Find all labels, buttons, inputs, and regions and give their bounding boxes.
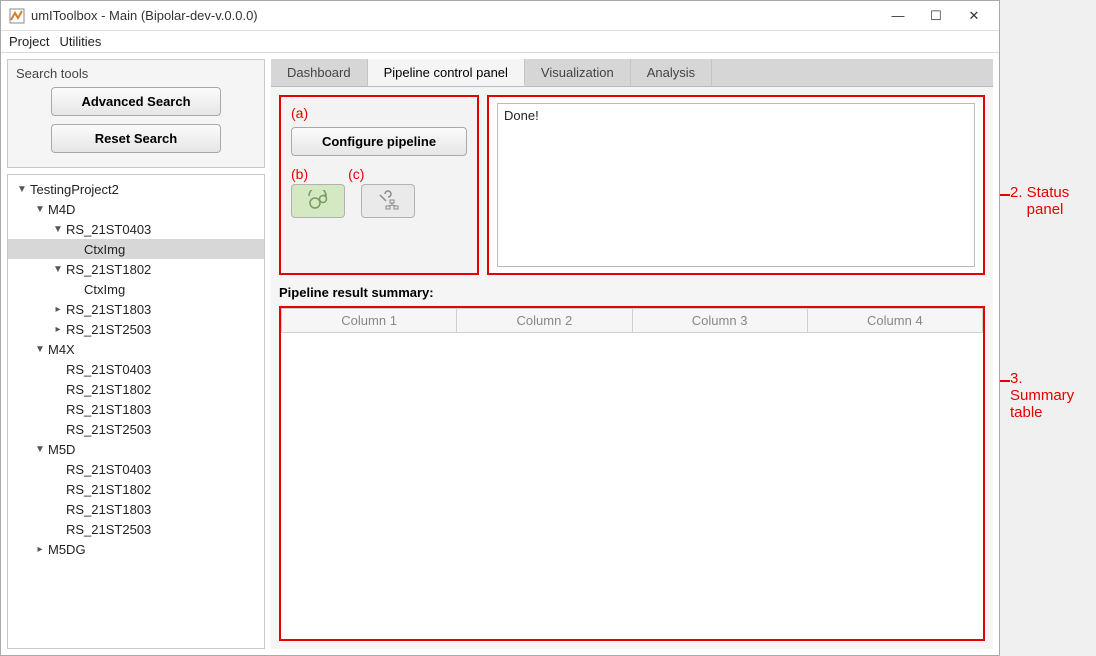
- column-header[interactable]: Column 3: [632, 309, 807, 333]
- tree-item-label: M5DG: [48, 542, 86, 557]
- tree-item-label: RS_21ST2503: [66, 522, 151, 537]
- tree-item-label: RS_21ST0403: [66, 362, 151, 377]
- search-panel-title: Search tools: [16, 66, 256, 81]
- summary-table[interactable]: Column 1Column 2Column 3Column 4: [281, 308, 983, 333]
- project-tree[interactable]: ▼TestingProject2▼M4D▼RS_21ST0403CtxImg▼R…: [7, 174, 265, 649]
- tree-item-label: RS_21ST1803: [66, 502, 151, 517]
- tree-item-label: RS_21ST1803: [66, 402, 151, 417]
- tree-item[interactable]: ▸RS_21ST2503: [8, 319, 264, 339]
- tree-item[interactable]: RS_21ST1802: [8, 379, 264, 399]
- summary-table-wrap: Column 1Column 2Column 3Column 4: [279, 306, 985, 641]
- tree-item-label: RS_21ST2503: [66, 422, 151, 437]
- tree-item[interactable]: ▼M4X: [8, 339, 264, 359]
- column-header[interactable]: Column 2: [457, 309, 632, 333]
- tree-item-label: RS_21ST1802: [66, 482, 151, 497]
- status-panel: Done!: [487, 95, 985, 275]
- tree-item[interactable]: ▸RS_21ST1803: [8, 299, 264, 319]
- tree-item[interactable]: ▼M4D: [8, 199, 264, 219]
- run-pipeline-button[interactable]: [291, 184, 345, 218]
- tree-item-label: M5D: [48, 442, 75, 457]
- tree-item-label: RS_21ST1803: [66, 302, 151, 317]
- column-header[interactable]: Column 4: [807, 309, 982, 333]
- tree-twisty-icon[interactable]: ▼: [16, 184, 28, 195]
- tree-item-label: CtxImg: [84, 242, 125, 257]
- sub-label-b: (b): [291, 166, 308, 182]
- configure-pipeline-button[interactable]: Configure pipeline: [291, 127, 467, 156]
- titlebar: umIToolbox - Main (Bipolar-dev-v.0.0.0) …: [1, 1, 999, 31]
- tree-item[interactable]: CtxImg: [8, 239, 264, 259]
- tree-item[interactable]: RS_21ST0403: [8, 459, 264, 479]
- app-icon: [9, 8, 25, 24]
- menu-project[interactable]: Project: [9, 34, 49, 49]
- summary-label: Pipeline result summary:: [279, 285, 985, 300]
- tree-item[interactable]: ▼TestingProject2: [8, 179, 264, 199]
- tree-twisty-icon[interactable]: ▸: [34, 544, 46, 555]
- tree-item-label: RS_21ST2503: [66, 322, 151, 337]
- search-panel: Search tools Advanced Search Reset Searc…: [7, 59, 265, 168]
- menu-utilities[interactable]: Utilities: [59, 34, 101, 49]
- advanced-search-button[interactable]: Advanced Search: [51, 87, 221, 116]
- wrench-flow-icon: [374, 190, 402, 212]
- tree-item[interactable]: RS_21ST1803: [8, 499, 264, 519]
- reset-search-button[interactable]: Reset Search: [51, 124, 221, 153]
- tree-item-label: M4X: [48, 342, 75, 357]
- annotation-3: 3. Summary table: [1010, 370, 1074, 421]
- column-header[interactable]: Column 1: [282, 309, 457, 333]
- tree-item[interactable]: RS_21ST1803: [8, 399, 264, 419]
- tree-item[interactable]: RS_21ST2503: [8, 419, 264, 439]
- tree-item-label: M4D: [48, 202, 75, 217]
- tab-bar: DashboardPipeline control panelVisualiza…: [271, 59, 993, 87]
- pipeline-settings-button[interactable]: [361, 184, 415, 218]
- tree-twisty-icon[interactable]: ▼: [34, 344, 46, 355]
- sub-label-a: (a): [291, 105, 467, 121]
- tree-item[interactable]: RS_21ST1802: [8, 479, 264, 499]
- annotation-2: 2. Status panel: [1010, 184, 1069, 218]
- tree-item[interactable]: RS_21ST2503: [8, 519, 264, 539]
- tab-visualization[interactable]: Visualization: [525, 59, 631, 86]
- tree-twisty-icon[interactable]: ▼: [52, 224, 64, 235]
- menubar: Project Utilities: [1, 31, 999, 53]
- tree-item-label: RS_21ST1802: [66, 382, 151, 397]
- app-window: umIToolbox - Main (Bipolar-dev-v.0.0.0) …: [0, 0, 1000, 656]
- tree-item-label: TestingProject2: [30, 182, 119, 197]
- tree-item-label: RS_21ST1802: [66, 262, 151, 277]
- tree-item-label: RS_21ST0403: [66, 462, 151, 477]
- tree-twisty-icon[interactable]: ▸: [52, 324, 64, 335]
- control-panel: (a) Configure pipeline (b) (c): [279, 95, 479, 275]
- tab-dashboard[interactable]: Dashboard: [271, 59, 368, 86]
- tree-twisty-icon[interactable]: ▼: [52, 264, 64, 275]
- maximize-button[interactable]: ☐: [919, 4, 953, 28]
- tree-twisty-icon[interactable]: ▼: [34, 204, 46, 215]
- close-button[interactable]: ✕: [957, 4, 991, 28]
- tab-analysis[interactable]: Analysis: [631, 59, 712, 86]
- tree-item[interactable]: ▼RS_21ST0403: [8, 219, 264, 239]
- tree-item[interactable]: ▼M5D: [8, 439, 264, 459]
- tree-item-label: CtxImg: [84, 282, 125, 297]
- tree-item[interactable]: ▸M5DG: [8, 539, 264, 559]
- tree-item[interactable]: RS_21ST0403: [8, 359, 264, 379]
- sub-label-c: (c): [348, 166, 364, 182]
- gears-refresh-icon: [304, 190, 332, 212]
- tree-item[interactable]: CtxImg: [8, 279, 264, 299]
- tab-pipeline-control-panel[interactable]: Pipeline control panel: [368, 59, 525, 86]
- tree-item[interactable]: ▼RS_21ST1802: [8, 259, 264, 279]
- window-title: umIToolbox - Main (Bipolar-dev-v.0.0.0): [31, 8, 881, 23]
- status-text: Done!: [497, 103, 975, 267]
- tree-twisty-icon[interactable]: ▸: [52, 304, 64, 315]
- tree-twisty-icon[interactable]: ▼: [34, 444, 46, 455]
- tree-item-label: RS_21ST0403: [66, 222, 151, 237]
- minimize-button[interactable]: —: [881, 4, 915, 28]
